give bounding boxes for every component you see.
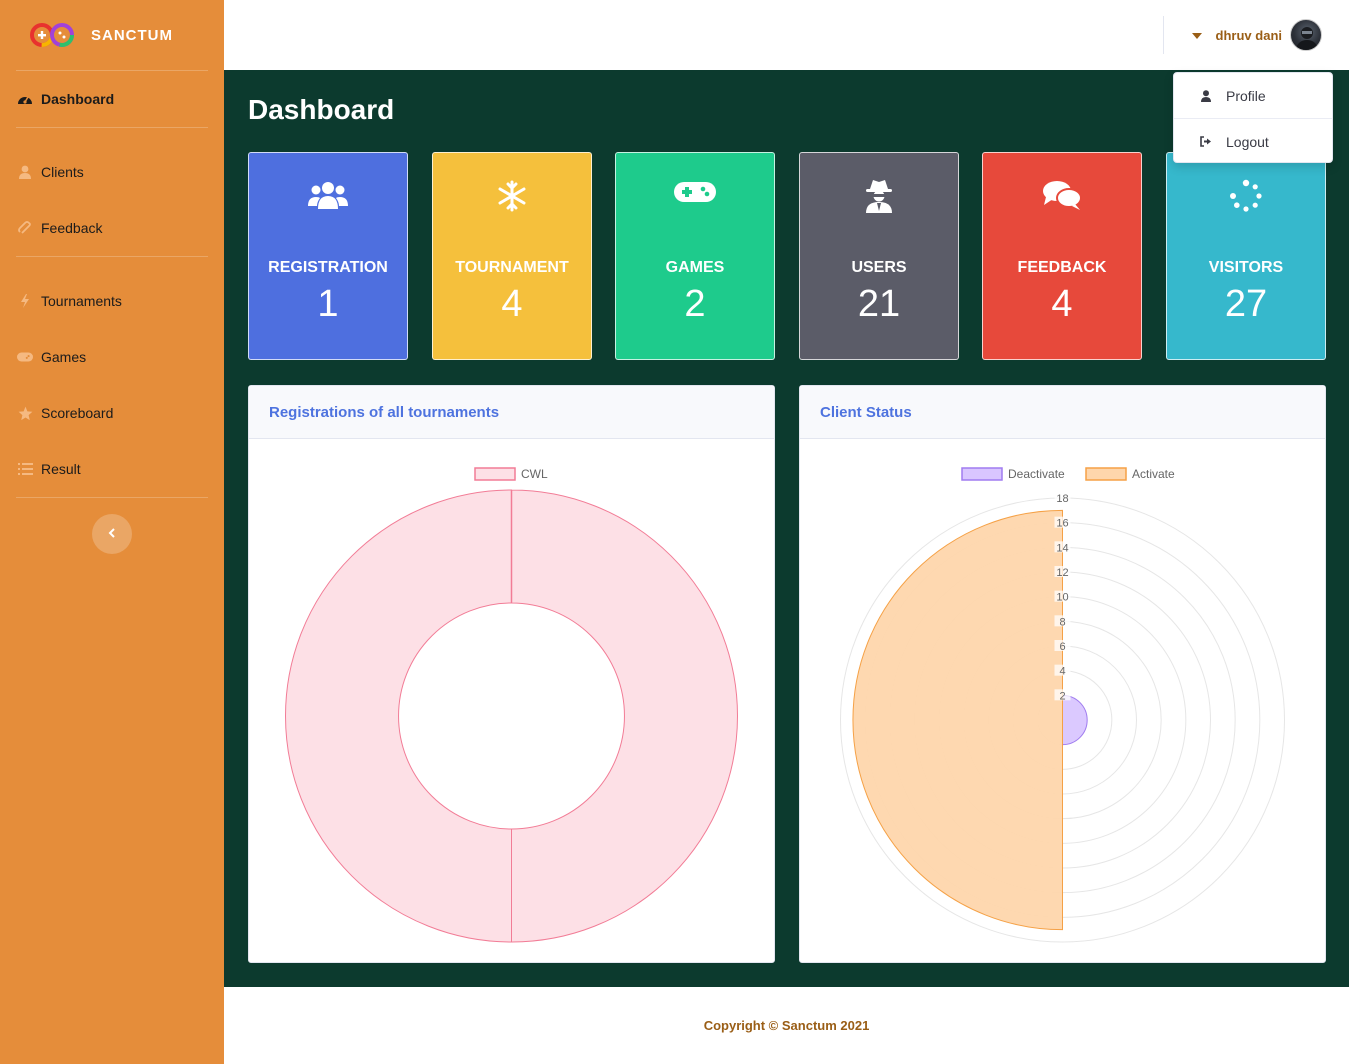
- sidebar-item-games[interactable]: Games: [0, 329, 224, 385]
- divider: [16, 497, 208, 498]
- client-status-panel: Client Status Deactivate Activate 2 4 6 8 10 12…: [799, 385, 1326, 963]
- sidebar-item-label: Tournaments: [41, 293, 122, 309]
- stat-card-games[interactable]: GAMES 2: [615, 152, 775, 360]
- polar-slice-deactivate: [1062, 694, 1088, 746]
- panel-title: Client Status: [800, 386, 1325, 439]
- panel-title: Registrations of all tournaments: [249, 386, 774, 439]
- logout-menu-item[interactable]: Logout: [1174, 119, 1332, 164]
- tick-label: 2: [1059, 690, 1065, 702]
- user-dropdown-menu: Profile Logout: [1173, 72, 1333, 163]
- user-secret-icon: [800, 179, 958, 215]
- legend-label: Activate: [1132, 467, 1175, 481]
- sidebar-item-tournaments[interactable]: Tournaments: [0, 273, 224, 329]
- user-name: dhruv dani: [1215, 27, 1282, 43]
- logout-label: Logout: [1226, 133, 1269, 150]
- stat-card-label: USERS: [851, 259, 907, 276]
- brand[interactable]: SANCTUM: [0, 0, 224, 70]
- comments-icon: [983, 179, 1141, 215]
- stat-card-value: 4: [501, 283, 523, 325]
- topbar-divider: [1163, 16, 1164, 54]
- tachometer-icon: [17, 91, 33, 107]
- stat-card-tournament[interactable]: TOURNAMENT 4: [432, 152, 592, 360]
- gamepad-icon: [17, 349, 33, 365]
- stat-card-label: GAMES: [665, 259, 725, 276]
- legend-swatch-activate: [1085, 467, 1127, 481]
- legend-swatch-cwl: [474, 467, 516, 481]
- avatar: [1290, 19, 1322, 51]
- stat-card-value: 27: [1224, 283, 1268, 325]
- sidebar-item-label: Result: [41, 461, 81, 477]
- caret-down-icon: [1191, 26, 1202, 44]
- sidebar-item-label: Dashboard: [41, 91, 115, 107]
- page-title: Dashboard: [248, 94, 395, 125]
- topbar: dhruv dani: [224, 0, 1349, 70]
- bolt-icon: [17, 293, 33, 309]
- profile-label: Profile: [1226, 87, 1266, 104]
- stat-card-value: 1: [317, 283, 339, 325]
- list-icon: [17, 461, 33, 477]
- sidebar-item-label: Feedback: [41, 220, 103, 236]
- stat-card-value: 21: [857, 283, 901, 325]
- legend-label: CWL: [521, 467, 548, 481]
- sidebar-toggle-button[interactable]: [92, 514, 132, 554]
- tick-label: 14: [1056, 542, 1068, 554]
- sidebar-item-dashboard[interactable]: Dashboard: [0, 71, 224, 127]
- tick-label: 4: [1059, 666, 1065, 678]
- sidebar-item-label: Clients: [41, 164, 84, 180]
- star-icon: [17, 405, 33, 421]
- sidebar-item-scoreboard[interactable]: Scoreboard: [0, 385, 224, 441]
- stat-card-label: VISITORS: [1208, 259, 1284, 276]
- sidebar-item-label: Scoreboard: [41, 405, 114, 421]
- stat-card-value: 2: [684, 283, 706, 325]
- profile-menu-item[interactable]: Profile: [1174, 73, 1332, 118]
- snowflake-icon: [433, 179, 591, 215]
- user-icon: [1200, 89, 1212, 102]
- sidebar-item-result[interactable]: Result: [0, 441, 224, 497]
- tick-label: 16: [1056, 518, 1068, 530]
- stat-card-visitors[interactable]: VISITORS 27: [1166, 152, 1326, 360]
- tick-label: 8: [1059, 616, 1065, 628]
- sanctum-logo-icon: [29, 22, 75, 48]
- sign-out-icon: [1200, 136, 1212, 147]
- stat-card-registration[interactable]: REGISTRATION 1: [248, 152, 408, 360]
- legend-swatch-deactivate: [961, 467, 1003, 481]
- paperclip-icon: [17, 220, 33, 236]
- sidebar-item-clients[interactable]: Clients: [0, 144, 224, 200]
- registrations-doughnut-chart: CWL: [285, 467, 738, 943]
- stat-card-users[interactable]: USERS 21: [799, 152, 959, 360]
- gamepad-icon: [616, 179, 774, 215]
- polar-slice-activate: [852, 509, 1063, 931]
- chevron-left-icon: [108, 525, 116, 543]
- user-icon: [17, 164, 33, 180]
- sidebar: SANCTUM Dashboard Clients Feedback Tourn…: [0, 0, 224, 1064]
- stat-card-label: REGISTRATION: [268, 259, 388, 276]
- stat-card-value: 4: [1051, 283, 1073, 325]
- brand-name: SANCTUM: [91, 26, 173, 44]
- client-status-polar-chart: Deactivate Activate 2 4 6 8 10 12 14 16 18: [840, 467, 1285, 943]
- user-menu-toggle[interactable]: dhruv dani: [1191, 18, 1322, 52]
- stat-card-label: TOURNAMENT: [455, 259, 569, 276]
- main-content: Dashboard REGISTRATION 1 TOURNAMENT 4 GA…: [224, 70, 1349, 987]
- stat-card-label: FEEDBACK: [1017, 259, 1107, 276]
- tick-label: 6: [1059, 641, 1065, 653]
- tick-label: 10: [1056, 592, 1068, 604]
- sidebar-item-feedback[interactable]: Feedback: [0, 200, 224, 256]
- footer: Copyright © Sanctum 2021: [224, 987, 1349, 1064]
- sidebar-item-label: Games: [41, 349, 87, 365]
- tick-label: 18: [1056, 493, 1068, 505]
- registrations-panel: Registrations of all tournaments CWL: [248, 385, 775, 963]
- users-icon: [249, 179, 407, 215]
- spinner-icon: [1167, 179, 1325, 215]
- copyright-text: Copyright © Sanctum 2021: [703, 1018, 870, 1033]
- legend-label: Deactivate: [1008, 467, 1065, 481]
- stat-card-feedback[interactable]: FEEDBACK 4: [982, 152, 1142, 360]
- tick-label: 12: [1056, 567, 1068, 579]
